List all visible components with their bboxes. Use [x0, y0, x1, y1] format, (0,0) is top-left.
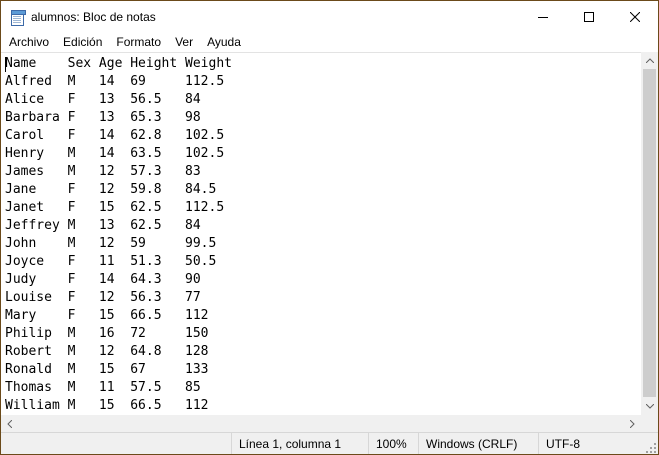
text-line[interactable]: Ronald M 15 67 133: [5, 362, 209, 377]
chevron-left-icon: [7, 419, 12, 428]
chevron-down-icon: [645, 404, 654, 409]
scroll-right-button[interactable]: [624, 415, 641, 432]
text-line[interactable]: Mary F 15 66.5 112: [5, 308, 209, 323]
scroll-left-button[interactable]: [1, 415, 18, 432]
notepad-icon: [9, 9, 26, 26]
text-line[interactable]: Janet F 15 62.5 112.5: [5, 200, 224, 215]
text-line[interactable]: James M 12 57.3 83: [5, 164, 201, 179]
editor-text[interactable]: Name Sex Age Height Weight Alfred M 14 6…: [5, 55, 232, 415]
chevron-right-icon: [630, 419, 635, 428]
minimize-button[interactable]: [520, 1, 566, 32]
menu-edicion[interactable]: Edición: [56, 32, 109, 52]
text-line[interactable]: Alice F 13 56.5 84: [5, 92, 201, 107]
text-caret: [5, 57, 6, 72]
menu-formato[interactable]: Formato: [109, 32, 168, 52]
text-line[interactable]: Name Sex Age Height Weight: [5, 56, 232, 71]
text-line[interactable]: Thomas M 11 57.5 85: [5, 380, 201, 395]
text-line[interactable]: Barbara F 13 65.3 98: [5, 110, 201, 125]
text-line[interactable]: Judy F 14 64.3 90: [5, 272, 201, 287]
menu-ver[interactable]: Ver: [168, 32, 200, 52]
text-editor[interactable]: Name Sex Age Height Weight Alfred M 14 6…: [1, 52, 641, 416]
text-line[interactable]: Jane F 12 59.8 84.5: [5, 182, 216, 197]
maximize-icon: [584, 11, 594, 22]
text-line[interactable]: Philip M 16 72 150: [5, 326, 209, 341]
chevron-up-icon: [645, 58, 654, 63]
minimize-icon: [538, 16, 548, 18]
scroll-up-button[interactable]: [641, 52, 658, 69]
status-bar: Línea 1, columna 1 100% Windows (CRLF) U…: [1, 432, 658, 454]
menu-archivo[interactable]: Archivo: [1, 32, 56, 52]
window-controls: [520, 1, 658, 32]
scroll-down-button[interactable]: [641, 398, 658, 415]
vertical-scrollbar[interactable]: [641, 52, 658, 415]
status-encoding: UTF-8: [538, 433, 638, 454]
text-line[interactable]: Louise F 12 56.3 77: [5, 290, 201, 305]
title-bar[interactable]: alumnos: Bloc de notas: [1, 1, 658, 32]
vertical-scroll-thumb[interactable]: [643, 69, 656, 397]
status-cursor-position: Línea 1, columna 1: [231, 433, 364, 454]
text-line[interactable]: Carol F 14 62.8 102.5: [5, 128, 224, 143]
text-line[interactable]: Alfred M 14 69 112.5: [5, 74, 224, 89]
scrollbar-corner: [641, 415, 658, 432]
resize-grip-icon[interactable]: [646, 443, 656, 453]
text-line[interactable]: William M 15 66.5 112: [5, 398, 209, 413]
window-title: alumnos: Bloc de notas: [31, 9, 156, 24]
text-line[interactable]: John M 12 59 99.5: [5, 236, 216, 251]
text-line[interactable]: Robert M 12 64.8 128: [5, 344, 209, 359]
menu-ayuda[interactable]: Ayuda: [200, 32, 248, 52]
horizontal-scrollbar[interactable]: [1, 415, 641, 432]
close-icon: [630, 11, 640, 22]
notepad-window: alumnos: Bloc de notas Archivo Edición F…: [0, 0, 659, 455]
text-line[interactable]: Henry M 14 63.5 102.5: [5, 146, 224, 161]
maximize-button[interactable]: [566, 1, 612, 32]
text-line[interactable]: Jeffrey M 13 62.5 84: [5, 218, 201, 233]
menu-bar: Archivo Edición Formato Ver Ayuda: [1, 32, 658, 52]
close-button[interactable]: [612, 1, 658, 32]
status-zoom: 100%: [368, 433, 416, 454]
status-line-ending: Windows (CRLF): [418, 433, 536, 454]
text-line[interactable]: Joyce F 11 51.3 50.5: [5, 254, 216, 269]
